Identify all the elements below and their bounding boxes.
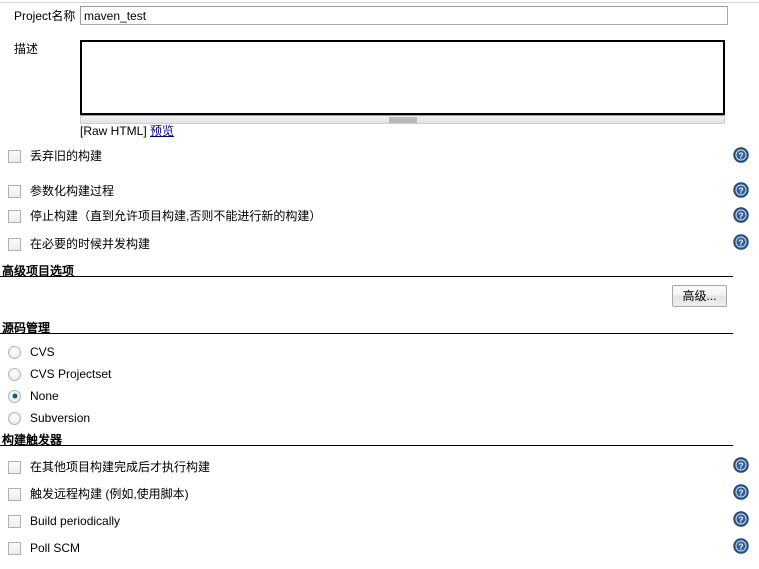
- description-format-row: [Raw HTML] 预览: [80, 124, 174, 138]
- radio-cvs[interactable]: [8, 345, 21, 359]
- svg-text:?: ?: [738, 515, 743, 525]
- preview-link[interactable]: 预览: [150, 124, 174, 138]
- checkbox-poll-scm[interactable]: [8, 541, 21, 555]
- section-build-triggers: 构建触发器: [0, 432, 733, 447]
- description-row: 描述: [14, 40, 725, 124]
- section-title-triggers: 构建触发器: [2, 433, 63, 447]
- description-editor: [80, 40, 725, 124]
- section-rule: [0, 276, 733, 277]
- svg-text:?: ?: [738, 238, 743, 248]
- radio-row-none[interactable]: None: [8, 388, 59, 404]
- checkbox-trigger-remotely[interactable]: [8, 487, 21, 501]
- project-name-label: Project名称: [14, 9, 76, 23]
- top-divider: [0, 2, 759, 3]
- advanced-button[interactable]: 高级...: [672, 285, 727, 307]
- checkbox-build-after-other-projects[interactable]: [8, 460, 21, 474]
- checkbox-row-discard-old-builds[interactable]: 丢弃旧的构建: [8, 148, 102, 164]
- section-title-scm: 源码管理: [2, 321, 51, 335]
- radio-row-cvs-projectset[interactable]: CVS Projectset: [8, 366, 111, 382]
- checkbox-discard-old-builds[interactable]: [8, 149, 21, 163]
- textarea-resize-handle[interactable]: [80, 115, 725, 124]
- radio-label-none[interactable]: None: [30, 389, 59, 403]
- help-icon-poll-scm[interactable]: ?: [733, 538, 749, 554]
- checkbox-row-trigger-remotely[interactable]: 触发远程构建 (例如,使用脚本): [8, 486, 189, 502]
- help-icon-trigger-remotely[interactable]: ?: [733, 484, 749, 500]
- radio-label-subversion[interactable]: Subversion: [30, 411, 90, 425]
- svg-text:?: ?: [738, 186, 743, 196]
- checkbox-label-parameterized-build[interactable]: 参数化构建过程: [30, 184, 114, 198]
- resize-grip-icon: [388, 117, 417, 122]
- svg-text:?: ?: [738, 461, 743, 471]
- section-title-advanced: 高级项目选项: [2, 264, 75, 278]
- checkbox-label-build-after-other-projects[interactable]: 在其他项目构建完成后才执行构建: [30, 460, 210, 474]
- project-name-row: Project名称: [14, 6, 728, 25]
- radio-row-cvs[interactable]: CVS: [8, 344, 55, 360]
- section-rule: [0, 445, 733, 446]
- checkbox-label-disable-build[interactable]: 停止构建（直到允许项目构建,否则不能进行新的构建）: [30, 209, 321, 223]
- svg-text:?: ?: [738, 151, 743, 161]
- checkbox-row-build-periodically[interactable]: Build periodically: [8, 513, 120, 529]
- description-textarea[interactable]: [80, 40, 725, 115]
- help-icon-concurrent-build[interactable]: ?: [733, 234, 749, 250]
- help-icon-disable-build[interactable]: ?: [733, 207, 749, 223]
- radio-subversion[interactable]: [8, 411, 21, 425]
- checkbox-label-concurrent-build[interactable]: 在必要的时候并发构建: [30, 237, 150, 251]
- radio-cvs-projectset[interactable]: [8, 367, 21, 381]
- radio-label-cvs[interactable]: CVS: [30, 345, 55, 359]
- checkbox-label-trigger-remotely[interactable]: 触发远程构建 (例如,使用脚本): [30, 487, 189, 501]
- checkbox-row-parameterized-build[interactable]: 参数化构建过程: [8, 183, 114, 199]
- checkbox-build-periodically[interactable]: [8, 514, 21, 528]
- help-icon-build-periodically[interactable]: ?: [733, 511, 749, 527]
- checkbox-disable-build[interactable]: [8, 209, 21, 223]
- section-source-code-management: 源码管理: [0, 320, 733, 335]
- radio-row-subversion[interactable]: Subversion: [8, 410, 90, 426]
- job-config-form: Project名称 描述 [Raw HTML] 预览 丢弃旧的构建 ? 参数化构…: [0, 0, 759, 569]
- description-label: 描述: [14, 42, 39, 56]
- radio-none[interactable]: [8, 389, 21, 403]
- checkbox-row-concurrent-build[interactable]: 在必要的时候并发构建: [8, 236, 150, 252]
- section-rule: [0, 333, 733, 334]
- svg-text:?: ?: [738, 542, 743, 552]
- checkbox-concurrent-build[interactable]: [8, 237, 21, 251]
- section-advanced-project-options: 高级项目选项: [0, 263, 733, 278]
- project-name-input[interactable]: [80, 6, 728, 25]
- help-icon-discard-old-builds[interactable]: ?: [733, 147, 749, 163]
- checkbox-row-disable-build[interactable]: 停止构建（直到允许项目构建,否则不能进行新的构建）: [8, 208, 321, 224]
- help-icon-build-after-other-projects[interactable]: ?: [733, 457, 749, 473]
- raw-html-label: [Raw HTML]: [80, 124, 147, 138]
- checkbox-label-discard-old-builds[interactable]: 丢弃旧的构建: [30, 149, 102, 163]
- checkbox-row-build-after-other-projects[interactable]: 在其他项目构建完成后才执行构建: [8, 459, 210, 475]
- checkbox-row-poll-scm[interactable]: Poll SCM: [8, 540, 80, 556]
- svg-text:?: ?: [738, 488, 743, 498]
- checkbox-label-poll-scm[interactable]: Poll SCM: [30, 541, 80, 555]
- svg-text:?: ?: [738, 211, 743, 221]
- help-icon-parameterized-build[interactable]: ?: [733, 182, 749, 198]
- checkbox-parameterized-build[interactable]: [8, 184, 21, 198]
- radio-label-cvs-projectset[interactable]: CVS Projectset: [30, 367, 111, 381]
- checkbox-label-build-periodically[interactable]: Build periodically: [30, 514, 120, 528]
